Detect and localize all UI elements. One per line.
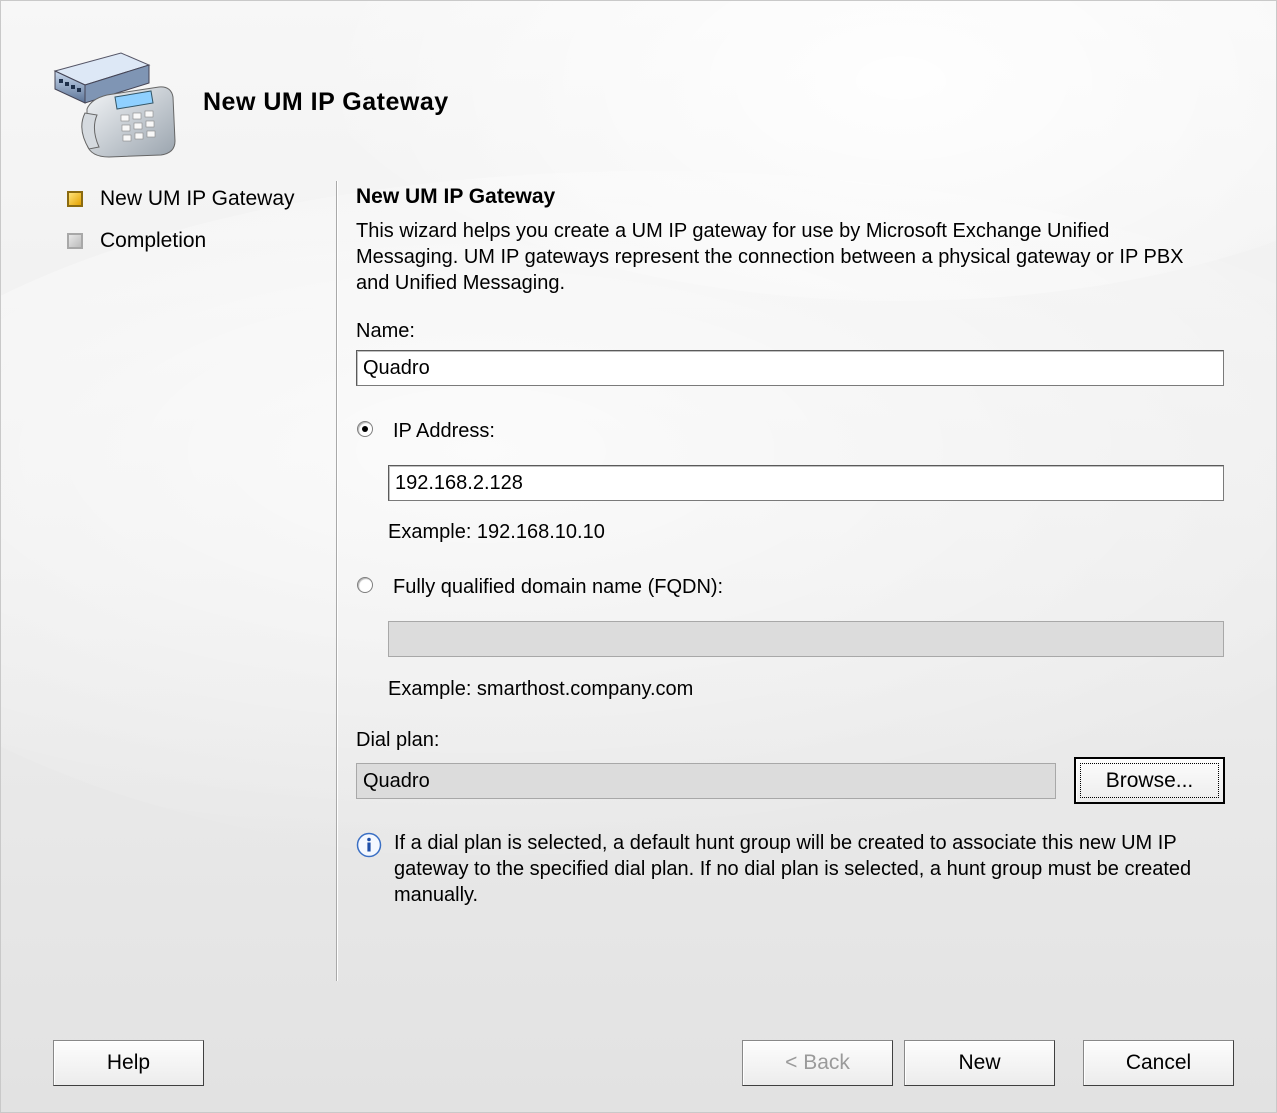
ip-address-input[interactable] [388, 465, 1224, 501]
new-button[interactable]: New [904, 1040, 1055, 1086]
fqdn-example-text: Example: smarthost.company.com [388, 678, 694, 700]
name-label: Name: [356, 320, 415, 342]
back-button[interactable]: < Back [742, 1040, 893, 1086]
ip-example-text: Example: 192.168.10.10 [388, 521, 605, 543]
fqdn-input[interactable] [388, 621, 1224, 657]
browse-button[interactable]: Browse... [1074, 757, 1225, 804]
nav-item-new-um-ip-gateway: New UM IP Gateway [67, 185, 295, 213]
dial-plan-label: Dial plan: [356, 729, 440, 751]
vertical-divider [336, 181, 338, 981]
wizard-title: New UM IP Gateway [203, 88, 449, 116]
section-title: New UM IP Gateway [356, 185, 556, 208]
info-text: If a dial plan is selected, a default hu… [394, 832, 1192, 906]
ip-address-label[interactable]: IP Address: [393, 420, 495, 443]
wizard-window: New UM IP Gateway New UM IP Gateway Comp… [0, 0, 1277, 1113]
gateway-phone-icon [53, 52, 176, 158]
info-icon [356, 832, 382, 858]
inactive-step-icon [67, 233, 83, 249]
ip-address-radio[interactable] [357, 421, 373, 437]
dial-plan-input[interactable] [356, 763, 1056, 799]
fqdn-label[interactable]: Fully qualified domain name (FQDN): [393, 576, 723, 599]
cancel-button[interactable]: Cancel [1083, 1040, 1234, 1086]
fqdn-radio[interactable] [357, 577, 373, 593]
name-input[interactable] [356, 350, 1224, 386]
nav-item-label: Completion [100, 229, 207, 252]
wizard-description: This wizard helps you create a UM IP gat… [356, 220, 1184, 294]
active-step-icon [67, 191, 83, 207]
nav-item-completion: Completion [67, 227, 206, 255]
help-button[interactable]: Help [53, 1040, 204, 1086]
nav-item-label: New UM IP Gateway [100, 187, 295, 210]
